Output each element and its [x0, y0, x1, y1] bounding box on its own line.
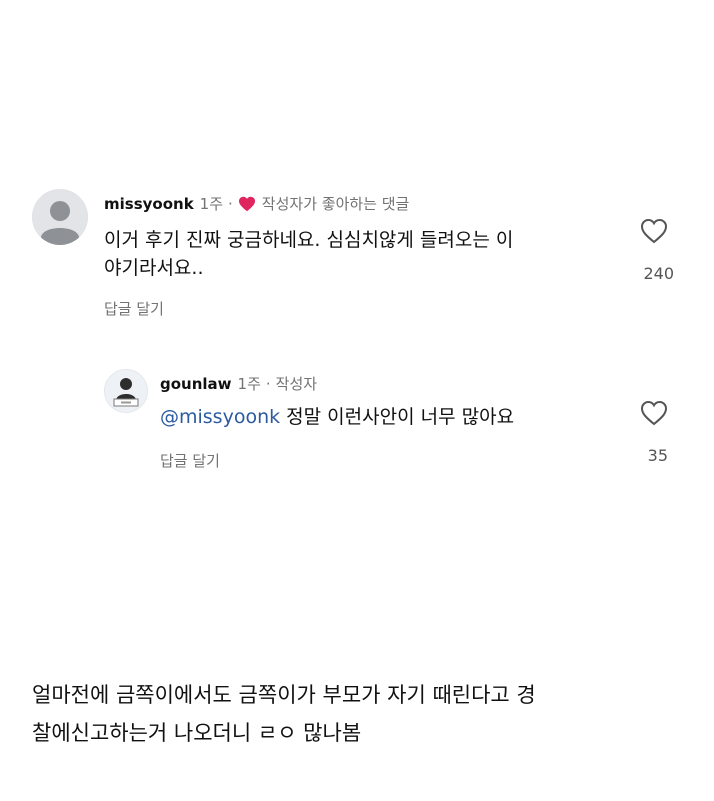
comment-text-line: 야기라서요.. [104, 257, 204, 279]
heart-outline-icon[interactable] [640, 218, 668, 244]
liked-by-author-badge: 작성자가 좋아하는 댓글 [261, 195, 410, 213]
author-badge: 작성자 [275, 375, 318, 393]
like-count: 240 [643, 264, 674, 283]
caption-line: 찰에신고하는거 나오더니 ㄹㅇ 많나봄 [32, 721, 362, 745]
heart-outline-icon[interactable] [640, 400, 668, 426]
caption-line: 얼마전에 금쪽이에서도 금쪽이가 부모가 자기 때린다고 경 [32, 683, 536, 707]
comment-meta: missyoonk 1주 · 작성자가 좋아하는 댓글 [104, 193, 409, 214]
author-avatar[interactable] [104, 369, 148, 413]
heart-filled-icon [238, 196, 255, 211]
reply-username[interactable]: gounlaw [160, 375, 232, 393]
comment-time: 1주 [199, 195, 224, 213]
lawyer-avatar-icon [105, 370, 147, 412]
caption-text: 얼마전에 금쪽이에서도 금쪽이가 부모가 자기 때린다고 경 찰에신고하는거 나… [32, 676, 692, 752]
reply-meta: gounlaw 1주 · 작성자 [160, 373, 317, 394]
reply-text: @missyoonk 정말 이런사안이 너무 많아요 [160, 403, 630, 431]
comment-username[interactable]: missyoonk [104, 195, 194, 213]
like-count: 35 [647, 446, 668, 465]
avatar[interactable] [32, 189, 88, 245]
reply-text-content: 정말 이런사안이 너무 많아요 [280, 406, 515, 428]
reply-button[interactable]: 답글 달기 [160, 450, 220, 471]
mention-link[interactable]: @missyoonk [160, 406, 280, 428]
meta-separator: · [228, 194, 233, 213]
reply-button[interactable]: 답글 달기 [104, 298, 164, 319]
comment-text-line: 이거 후기 진짜 궁금하네요. 심심치않게 들려오는 이 [104, 229, 514, 251]
reply-time: 1주 [237, 375, 261, 393]
meta-separator: · [265, 374, 271, 393]
comment-text: 이거 후기 진짜 궁금하네요. 심심치않게 들려오는 이 야기라서요.. [104, 226, 624, 282]
default-avatar-icon [32, 189, 88, 245]
